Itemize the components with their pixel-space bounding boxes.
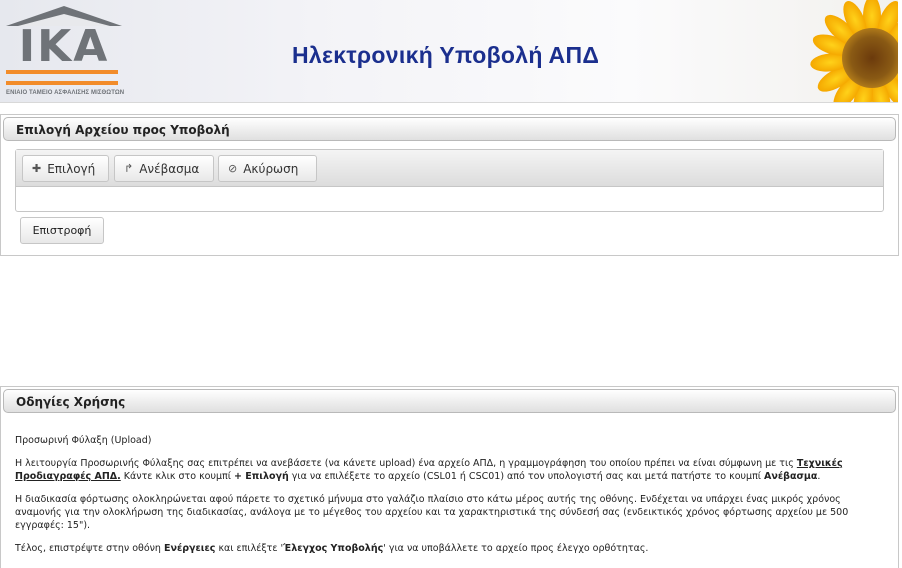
instructions-panel: Οδηγίες Χρήσης Προσωρινή Φύλαξη (Upload)…	[0, 386, 899, 568]
sunflower-image	[810, 0, 898, 102]
panel-title: Οδηγίες Χρήσης	[16, 395, 126, 409]
upload-arrow-icon: ↱	[124, 162, 134, 175]
text-span: και επιλέξτε '	[215, 543, 284, 554]
instruction-heading: Προσωρινή Φύλαξη (Upload)	[15, 435, 152, 446]
instruction-paragraph: Η διαδικασία φόρτωσης ολοκληρώνεται αφού…	[15, 494, 849, 531]
panel-header: Επιλογή Αρχείου προς Υποβολή	[3, 117, 896, 141]
page-title: Ηλεκτρονική Υποβολή ΑΠΔ	[292, 42, 600, 68]
plus-icon: ✚	[32, 162, 42, 175]
panel-header: Οδηγίες Χρήσης	[3, 389, 896, 413]
cancel-label: Ακύρωση	[243, 161, 299, 176]
select-file-label: Επιλογή	[47, 161, 96, 176]
text-span: για να επιλέξετε το αρχείο (CSL01 ή CSC0…	[288, 471, 765, 482]
instruction-paragraph: Η λειτουργία Προσωρινής Φύλαξης σας επιτ…	[15, 457, 885, 483]
bold-text: + Επιλογή	[234, 471, 289, 482]
text-span: Η λειτουργία Προσωρινής Φύλαξης σας επιτ…	[15, 458, 797, 469]
header-banner: IKA ΕΝΙΑΙΟ ΤΑΜΕΙΟ ΑΣΦΑΛΙΣΗΣ ΜΙΣΘΩΤΩΝ Ηλε…	[0, 0, 898, 103]
logo-caption: ΕΝΙΑΙΟ ΤΑΜΕΙΟ ΑΣΦΑΛΙΣΗΣ ΜΙΣΘΩΤΩΝ	[6, 90, 125, 96]
text-span: Κάντε κλικ στο κουμπί	[120, 471, 234, 482]
back-button[interactable]: Επιστροφή	[20, 217, 104, 244]
bold-text: Ανέβασμα	[764, 471, 818, 482]
upload-label: Ανέβασμα	[139, 161, 200, 176]
upload-button[interactable]: ↱ Ανέβασμα	[114, 155, 214, 182]
panel-title: Επιλογή Αρχείου προς Υποβολή	[16, 123, 230, 137]
text-span: ' για να υποβάλλετε το αρχείο προς έλεγχ…	[383, 543, 649, 554]
logo-stripe	[6, 81, 118, 85]
cancel-button[interactable]: ⊘ Ακύρωση	[218, 155, 317, 182]
bold-text: Ενέργειες	[163, 543, 216, 554]
logo-text: IKA	[18, 21, 110, 72]
file-upload-panel: Επιλογή Αρχείου προς Υποβολή ✚ Επιλογή ↱…	[0, 114, 899, 256]
text-span: .	[817, 471, 821, 482]
bold-text: Έλεγχος Υποβολής	[283, 543, 384, 554]
cancel-icon: ⊘	[228, 162, 238, 175]
ika-logo: IKA ΕΝΙΑΙΟ ΤΑΜΕΙΟ ΑΣΦΑΛΙΣΗΣ ΜΙΣΘΩΤΩΝ	[6, 6, 125, 102]
instruction-paragraph: Τέλος, επιστρέψτε στην οθόνη Ενέργειες κ…	[15, 542, 885, 555]
instructions-text: Προσωρινή Φύλαξη (Upload) Η λειτουργία Π…	[15, 434, 885, 565]
logo-stripe	[6, 70, 118, 74]
text-span: Τέλος, επιστρέψτε στην οθόνη	[15, 543, 164, 554]
file-uploader: ✚ Επιλογή ↱ Ανέβασμα ⊘ Ακύρωση	[15, 149, 884, 212]
uploader-toolbar: ✚ Επιλογή ↱ Ανέβασμα ⊘ Ακύρωση	[16, 150, 883, 187]
select-file-button[interactable]: ✚ Επιλογή	[22, 155, 109, 182]
